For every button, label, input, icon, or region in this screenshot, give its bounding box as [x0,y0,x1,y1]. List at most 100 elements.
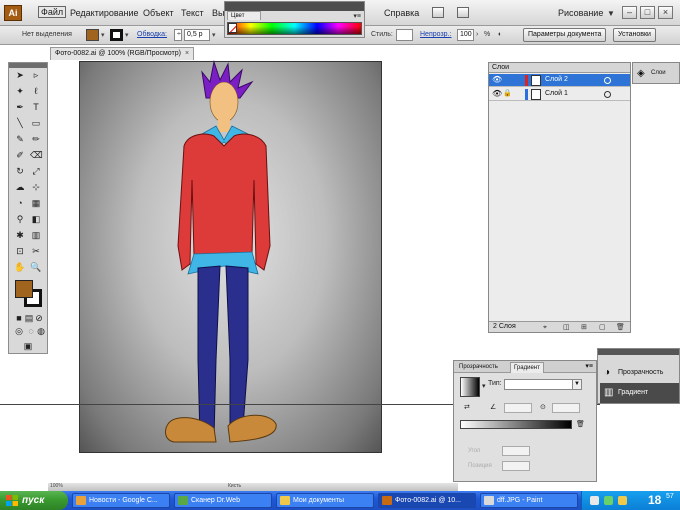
locate-object-icon[interactable]: ⌖ [543,323,547,333]
tab-color[interactable]: Цвет [227,11,261,20]
panel-dock[interactable]: ◈ Слои [632,62,680,84]
tab-transparency[interactable]: Прозрачность [456,362,501,373]
menu-object[interactable]: Объект [143,8,174,18]
stroke-stepper[interactable]: ÷ [174,29,182,41]
direct-selection-tool-icon[interactable]: ▹ [30,70,42,81]
none-mode-icon[interactable]: ⊘ [33,313,45,324]
panel-header[interactable] [225,2,364,11]
lock-icon[interactable]: 🔒 [503,89,512,97]
clock[interactable]: 18 [648,493,661,507]
visibility-eye-icon[interactable]: 👁 [492,89,502,98]
artboard-tool-icon[interactable]: ⊡ [14,246,26,257]
menu-file[interactable]: Файл [38,6,67,18]
arrange-documents-icon[interactable] [457,7,469,18]
eyedropper-icon[interactable]: ⚲ [14,214,26,225]
delete-stop-icon[interactable]: 🗑 [576,420,585,428]
visibility-eye-icon[interactable]: 👁 [492,75,502,84]
start-button[interactable]: пуск [0,491,68,510]
blend-tool-icon[interactable]: ◧ [30,214,42,225]
close-button[interactable]: × [658,6,673,19]
chevron-down-icon[interactable]: ▾ [482,382,486,390]
magic-wand-icon[interactable]: ✦ [14,86,26,97]
new-sublayer-icon[interactable]: ⊞ [581,323,587,333]
warp-tool-icon[interactable]: ☁ [14,182,26,193]
panel-header[interactable] [598,349,679,355]
taskbar-item[interactable]: Новости - Google C... [72,493,170,508]
network-icon[interactable] [604,496,613,505]
delete-layer-icon[interactable]: 🗑 [616,323,625,333]
pencil-tool-icon[interactable]: ✏ [30,134,42,145]
selection-tool-icon[interactable]: ➤ [14,70,26,81]
angle-input[interactable] [504,403,532,413]
target-circle-icon[interactable] [604,91,611,98]
gradient-slider[interactable] [460,420,572,429]
location-field[interactable] [502,461,530,471]
close-icon[interactable]: × [185,50,189,57]
chevron-down-icon[interactable]: ▼ [607,9,615,18]
minimize-button[interactable]: – [622,6,637,19]
symbol-sprayer-icon[interactable]: ✱ [14,230,26,241]
gradient-type-select[interactable] [504,379,580,390]
maximize-button[interactable]: □ [640,6,655,19]
none-color-icon[interactable] [228,23,237,33]
scale-tool-icon[interactable]: ⤢ [30,166,42,177]
preferences-button[interactable]: Установки [613,28,656,42]
document-tab[interactable]: Фото-0082.ai @ 100% (RGB/Просмотр) × [50,47,195,60]
gradient-swatch[interactable] [460,377,480,397]
draw-normal-icon[interactable]: ◎ [13,326,25,337]
reverse-gradient-icon[interactable]: ⇄ [464,403,470,411]
recolor-icon[interactable]: ◐ [498,31,502,38]
artboard[interactable] [79,60,382,453]
workspace-switcher[interactable]: Рисование [558,8,603,18]
aspect-input[interactable] [552,403,580,413]
hand-tool-icon[interactable]: ✋ [14,262,26,273]
document-setup-button[interactable]: Параметры документа [523,28,607,42]
menu-select[interactable]: Вы [212,8,224,18]
taskbar-item[interactable]: Сканер Dr.Web [174,493,272,508]
fill-color-box[interactable] [15,280,33,298]
lasso-icon[interactable]: ℓ [30,86,42,97]
taskbar-item[interactable]: dff.JPG - Paint [480,493,578,508]
layer-row[interactable]: 👁 Слой 2 [489,74,630,87]
taskbar-item[interactable]: Мои документы [276,493,374,508]
color-spectrum[interactable] [227,22,362,35]
chevron-right-icon[interactable]: › [476,31,478,38]
chevron-down-icon[interactable]: ▾ [101,31,105,39]
fill-swatch[interactable] [86,29,99,41]
layers-panel-title[interactable]: Слои [489,63,630,73]
perspective-grid-icon[interactable]: ▦ [30,198,42,209]
eraser-tool-icon[interactable]: ⌫ [30,150,43,161]
language-icon[interactable] [590,496,599,505]
free-transform-icon[interactable]: ⊹ [30,182,42,193]
panel-header[interactable] [9,63,47,68]
type-tool-icon[interactable]: T [30,102,42,113]
layer-row[interactable]: 👁 🔒 Слой 1 [489,88,630,101]
panel-menu-icon[interactable]: ▾≡ [353,12,361,20]
blob-brush-icon[interactable]: ✐ [14,150,26,161]
menu-type[interactable]: Текст [181,8,204,18]
taskbar-item[interactable]: Фото-0082.ai @ 10... [378,493,476,508]
chevron-down-icon[interactable]: ▾ [125,31,129,39]
gradient-panel-button[interactable]: ▥ Градиент [600,383,679,403]
shape-builder-icon[interactable]: ◔ [14,198,26,209]
transparency-panel-button[interactable]: ◑ Прозрачность [600,363,679,383]
panel-menu-icon[interactable]: ▾≡ [585,362,593,370]
style-swatch[interactable] [396,29,413,41]
pen-tool-icon[interactable]: ✒ [14,102,26,113]
opacity-field[interactable] [502,446,530,456]
bridge-icon[interactable] [432,7,444,18]
clipping-mask-icon[interactable]: ◫ [563,323,570,333]
draw-inside-icon[interactable]: ◍ [35,326,47,337]
menu-help[interactable]: Справка [384,8,419,18]
chevron-down-icon[interactable]: ▾ [212,31,216,39]
graph-tool-icon[interactable]: ▥ [30,230,42,241]
rotate-tool-icon[interactable]: ↻ [14,166,26,177]
menu-edit[interactable]: Редактирование [70,8,139,18]
new-layer-icon[interactable]: ▢ [599,323,606,333]
zoom-tool-icon[interactable]: 🔍 [30,262,42,273]
slice-tool-icon[interactable]: ✂ [30,246,42,257]
tab-gradient[interactable]: Градиент [510,362,544,373]
chevron-down-icon[interactable]: ▼ [572,379,582,390]
opacity-link[interactable]: Непрозр.: [420,31,451,38]
stroke-weight-input[interactable]: 0,5 p [184,29,210,41]
